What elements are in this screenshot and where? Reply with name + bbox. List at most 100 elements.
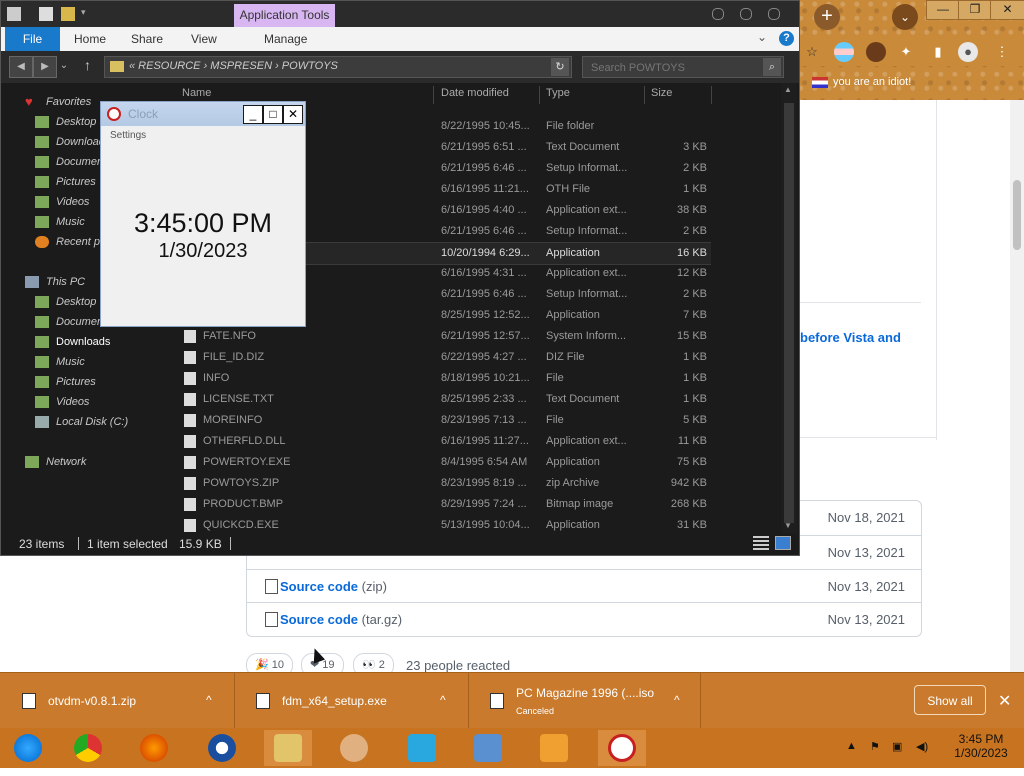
file-row[interactable]: LICENSE.TXT 8/25/1995 2:33 ... Text Docume…	[177, 389, 711, 410]
file-row[interactable]: OTHERFLD.DLL 6/16/1995 11:27... Applicatio…	[177, 431, 711, 452]
clock-icon[interactable]	[107, 107, 121, 121]
network-icon[interactable]: ▣	[892, 740, 902, 753]
tab-manage[interactable]: Manage	[264, 27, 307, 51]
column-separator[interactable]	[644, 86, 645, 104]
taskbar-app[interactable]	[198, 730, 246, 766]
profile-icon[interactable]: ●	[958, 42, 978, 62]
download-options-icon[interactable]: ^	[206, 693, 212, 707]
bookmark-item[interactable]: you are an idiot!	[812, 76, 911, 88]
help-icon[interactable]: ?	[779, 31, 794, 46]
file-row[interactable]: FILE_ID.DIZ 6/22/1995 4:27 ... DIZ File 1 K…	[177, 347, 711, 368]
scrollbar-thumb[interactable]	[784, 103, 794, 523]
back-button[interactable]: ◀	[9, 56, 33, 78]
browser-restore-button[interactable]: ❐	[958, 0, 992, 20]
download-item[interactable]: otvdm-v0.8.1.zip ^	[0, 673, 235, 729]
bookmark-star-icon[interactable]: ☆	[802, 42, 822, 62]
asset-link[interactable]: Source code (tar.gz)	[280, 612, 402, 627]
expand-ribbon-icon[interactable]: ⌄	[757, 30, 767, 44]
tab-file[interactable]: File	[5, 27, 60, 51]
taskbar-chrome[interactable]	[64, 730, 112, 766]
column-type[interactable]: Type	[546, 87, 570, 99]
large-icons-view-icon[interactable]	[775, 536, 791, 550]
column-separator[interactable]	[433, 86, 434, 104]
show-all-button[interactable]: Show all	[914, 685, 986, 715]
up-arrow-icon[interactable]: ↑	[84, 57, 91, 73]
asset-row[interactable]: Source code (zip) Nov 13, 2021	[247, 569, 921, 603]
file-row[interactable]: INFO 8/18/1995 10:21... File 1 KB	[177, 368, 711, 389]
tray-overflow-icon[interactable]: ▲	[846, 740, 857, 752]
close-download-bar-icon[interactable]: ✕	[998, 691, 1011, 711]
browser-minimize-button[interactable]: —	[926, 0, 960, 20]
taskbar-app[interactable]	[398, 730, 446, 766]
column-separator[interactable]	[539, 86, 540, 104]
taskbar-app[interactable]	[530, 730, 578, 766]
maximize-button[interactable]	[740, 8, 752, 20]
search-box[interactable]: ⌕	[582, 56, 784, 78]
scroll-up-arrow[interactable]: ▲	[784, 85, 792, 94]
download-options-icon[interactable]: ^	[674, 693, 680, 707]
page-scrollbar[interactable]	[1010, 100, 1024, 672]
browser-menu-icon[interactable]: ⋮	[992, 42, 1012, 62]
asset-link[interactable]: Source code (zip)	[280, 579, 387, 594]
address-bar[interactable]: « RESOURCE › MSPRESEN › POWTOYS ↻	[104, 56, 572, 78]
column-name[interactable]: Name	[182, 87, 211, 99]
scrollbar-thumb[interactable]	[1013, 180, 1021, 250]
clock-minimize-button[interactable]: _	[243, 105, 263, 124]
file-row[interactable]: PRODUCT.BMP 8/29/1995 7:24 ... Bitmap imag…	[177, 494, 711, 515]
taskbar-app[interactable]	[330, 730, 378, 766]
download-item[interactable]: fdm_x64_setup.exe ^	[234, 673, 469, 729]
file-row[interactable]: MOREINFO 8/23/1995 7:13 ... File 5 KB	[177, 410, 711, 431]
recent-locations-icon[interactable]: ⌄	[57, 56, 71, 76]
close-button[interactable]	[768, 8, 780, 20]
column-date[interactable]: Date modified	[441, 87, 509, 99]
details-view-icon[interactable]	[753, 536, 769, 550]
customize-toolbar-icon[interactable]: ▾	[81, 7, 95, 21]
taskbar-app[interactable]	[464, 730, 512, 766]
puzzle-extensions-icon[interactable]: ✦	[896, 42, 916, 62]
tab-share[interactable]: Share	[131, 27, 163, 51]
column-size[interactable]: Size	[651, 87, 672, 99]
scroll-down-arrow[interactable]: ▼	[784, 521, 792, 530]
search-icon[interactable]: ⌕	[763, 58, 781, 76]
properties-icon[interactable]	[39, 7, 53, 21]
new-folder-icon[interactable]	[61, 7, 75, 21]
file-row[interactable]: POWERTOY.EXE 8/4/1995 6:54 AM Application 7…	[177, 452, 711, 473]
clock-close-button[interactable]: ✕	[283, 105, 303, 124]
flag-extension-icon[interactable]	[834, 42, 854, 62]
tab-search-button[interactable]: ⌄	[892, 4, 918, 30]
clock-maximize-button[interactable]: □	[263, 105, 283, 124]
download-item[interactable]: PC Magazine 1996 (....iso Canceled ^	[468, 673, 701, 729]
download-bar: otvdm-v0.8.1.zip ^ fdm_x64_setup.exe ^ P…	[0, 672, 1024, 729]
download-options-icon[interactable]: ^	[440, 693, 446, 707]
explorer-titlebar[interactable]: ▾ Application Tools	[1, 1, 799, 27]
forward-button[interactable]: ▶	[33, 56, 57, 78]
clock-titlebar[interactable]: Clock _ □ ✕	[101, 102, 305, 126]
file-row[interactable]: FATE.NFO 6/21/1995 12:57... System Inform.…	[177, 326, 711, 347]
taskbar-file-explorer[interactable]	[264, 730, 312, 766]
taskbar-clock[interactable]	[598, 730, 646, 766]
column-separator[interactable]	[711, 86, 712, 104]
action-center-flag-icon[interactable]: ⚑	[870, 740, 880, 753]
application-tools-tab[interactable]: Application Tools	[234, 4, 335, 27]
asset-row[interactable]: Source code (tar.gz) Nov 13, 2021	[247, 602, 921, 636]
file-list-scrollbar[interactable]: ▲ ▼	[781, 83, 797, 533]
file-icon	[184, 414, 196, 427]
file-row[interactable]: POWTOYS.ZIP 8/23/1995 8:19 ... zip Archive…	[177, 473, 711, 494]
taskbar-clock-readout[interactable]: 3:45 PM 1/30/2023	[950, 732, 1012, 760]
minimize-button[interactable]	[712, 8, 724, 20]
tab-home[interactable]: Home	[74, 27, 106, 51]
start-button[interactable]	[4, 730, 52, 766]
tab-view[interactable]: View	[191, 27, 217, 51]
taskbar-firefox[interactable]	[130, 730, 178, 766]
volume-icon[interactable]: ◀)	[916, 740, 928, 753]
breadcrumb[interactable]: « RESOURCE › MSPRESEN › POWTOYS	[129, 60, 338, 72]
settings-menu[interactable]: Settings	[110, 130, 146, 141]
search-input[interactable]	[589, 59, 753, 76]
avatar-extension-icon[interactable]	[866, 42, 886, 62]
browser-close-button[interactable]: ✕	[990, 0, 1024, 20]
release-heading[interactable]: before Vista and	[800, 330, 901, 345]
window-menu-icon[interactable]	[7, 7, 21, 21]
side-panel-icon[interactable]: ▮	[928, 42, 948, 62]
new-tab-button[interactable]: +	[814, 4, 840, 30]
refresh-icon[interactable]: ↻	[551, 58, 569, 76]
